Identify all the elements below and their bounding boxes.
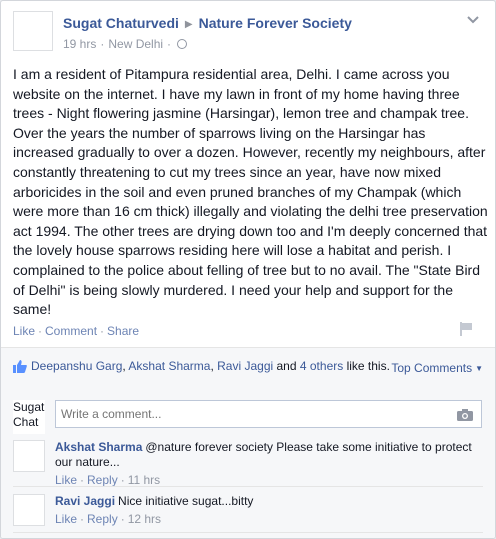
comment-composer: Sugat Chat (13, 400, 483, 434)
likes-text: Deepanshu Garg, Akshat Sharma, Ravi Jagg… (31, 359, 390, 373)
post-card: Sugat Chaturvedi ▶ Nature Forever Society … (0, 0, 496, 539)
comment-reply-link[interactable]: Reply (87, 473, 118, 487)
commenter-name[interactable]: Ravi Jaggi (55, 494, 115, 508)
like-link[interactable]: Like (13, 324, 35, 338)
comment-divider (13, 532, 483, 533)
feedback-section: Deepanshu Garg, Akshat Sharma, Ravi Jagg… (1, 347, 495, 538)
comment-text: Ravi Jaggi Nice initiative sugat...bitty (55, 494, 475, 509)
commenter-avatar[interactable] (13, 494, 45, 526)
comment-meta: Like · Reply · 12 hrs (55, 512, 162, 526)
commenter-avatar[interactable] (13, 440, 45, 472)
liker-name[interactable]: Ravi Jaggi (217, 359, 273, 373)
post-header: Sugat Chaturvedi ▶ Nature Forever Society … (13, 11, 485, 55)
comment-divider (13, 486, 483, 487)
comment-like-link[interactable]: Like (55, 512, 77, 526)
target-page-name[interactable]: Nature Forever Society (199, 15, 352, 31)
globe-icon[interactable] (177, 39, 188, 49)
likes-summary: Deepanshu Garg, Akshat Sharma, Ravi Jagg… (13, 358, 483, 375)
comment-input[interactable] (55, 400, 482, 428)
author-name[interactable]: Sugat Chaturvedi (63, 15, 179, 31)
top-comments-label: Top Comments (391, 361, 473, 375)
post-time[interactable]: 19 hrs (63, 37, 96, 51)
comment-link[interactable]: Comment (45, 324, 97, 338)
post-meta: 19 hrs · New Delhi · (63, 37, 188, 51)
comment-time[interactable]: 11 hrs (128, 473, 160, 487)
liker-name[interactable]: Akshat Sharma (128, 359, 210, 373)
arrow-right-icon: ▶ (184, 19, 193, 30)
comment-like-link[interactable]: Like (55, 473, 77, 487)
caret-down-icon: ▼ (475, 364, 483, 373)
comment-text: Akshat Sharma @nature forever society Ple… (55, 440, 475, 470)
comment-time[interactable]: 12 hrs (128, 512, 161, 526)
viewer-avatar: Sugat Chat (13, 400, 45, 434)
post-actions: Like · Comment · Share (13, 324, 140, 338)
camera-icon[interactable] (457, 408, 473, 421)
others-link[interactable]: 4 others (300, 359, 343, 373)
chevron-down-icon[interactable] (467, 13, 481, 24)
post-body: I am a resident of Pitampura residential… (13, 66, 488, 318)
top-comments-dropdown[interactable]: Top Comments ▼ (391, 360, 483, 378)
share-link[interactable]: Share (107, 324, 139, 338)
post-location[interactable]: New Delhi (108, 37, 163, 51)
thumbs-up-icon (13, 360, 27, 373)
comment-reply-link[interactable]: Reply (87, 512, 118, 526)
post-names: Sugat Chaturvedi ▶ Nature Forever Society (63, 15, 352, 31)
flag-icon[interactable] (459, 322, 473, 336)
liker-name[interactable]: Deepanshu Garg (31, 359, 122, 373)
comment-body: Nice initiative sugat...bitty (118, 494, 254, 508)
author-avatar[interactable] (13, 11, 53, 51)
commenter-name[interactable]: Akshat Sharma (55, 440, 142, 454)
comment-meta: Like · Reply · 11 hrs (55, 473, 161, 487)
